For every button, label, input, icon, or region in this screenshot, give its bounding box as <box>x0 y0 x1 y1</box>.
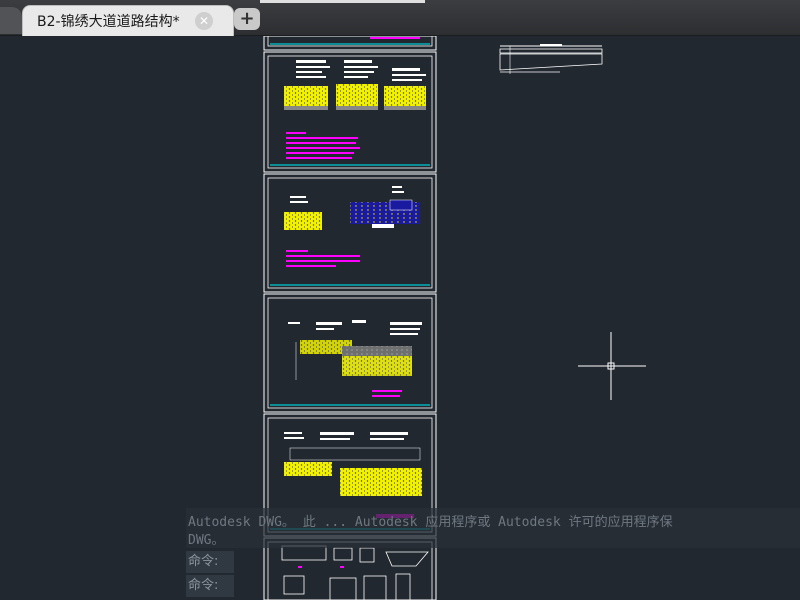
tab-edge-strip <box>260 0 425 3</box>
document-tab-bar: B2-锦绣大道道路结构* ✕ + <box>0 0 800 36</box>
plus-icon[interactable]: + <box>234 8 260 30</box>
command-history: Autodesk DWG。 此 ... Autodesk 应用程序或 Autod… <box>186 508 800 548</box>
command-prompt-2[interactable]: 命令: <box>186 575 234 597</box>
previous-tab[interactable] <box>0 7 22 34</box>
section-detail-drawing[interactable] <box>499 44 603 74</box>
drawing-sheet-3[interactable] <box>263 293 437 413</box>
tab-active-drawing[interactable]: B2-锦绣大道道路结构* ✕ <box>22 5 234 36</box>
crosshair-cursor-icon <box>578 332 646 400</box>
close-icon[interactable]: ✕ <box>195 12 213 30</box>
tab-title: B2-锦绣大道道路结构* <box>37 14 180 30</box>
command-message-line-1: Autodesk DWG。 此 ... Autodesk 应用程序或 Autod… <box>188 515 673 530</box>
command-message-line-2: DWG。 <box>188 533 225 548</box>
drawing-sheet-0[interactable] <box>263 36 437 51</box>
drawing-sheet-1[interactable] <box>263 51 437 173</box>
command-prompt-1: 命令: <box>186 551 234 573</box>
drawing-sheet-2[interactable] <box>263 173 437 293</box>
